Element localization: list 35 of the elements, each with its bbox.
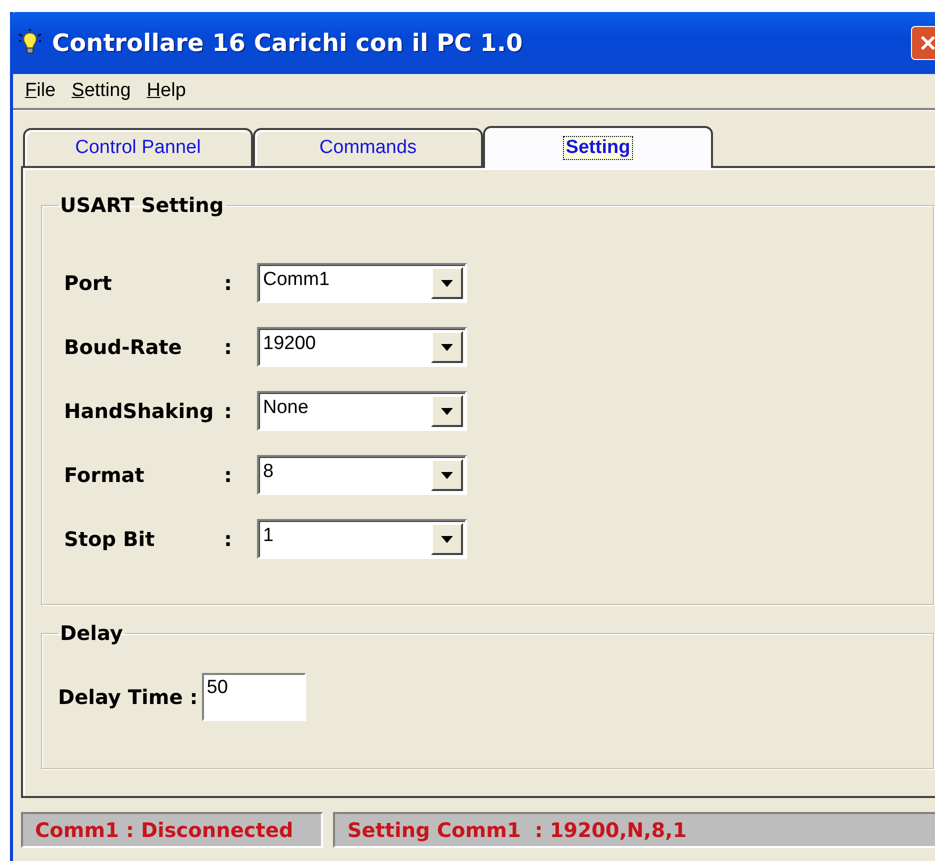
menu-item[interactable]: Setting [66,80,137,102]
dropdown-arrow-icon [441,280,453,286]
window-title: Controllare 16 Carichi con il PC 1.0 [52,29,523,57]
group-title: Delay [59,621,124,645]
dropdown-arrow-icon [441,408,453,414]
label-colon: : [224,335,233,359]
close-button[interactable] [911,26,935,60]
label-colon: : [224,463,233,487]
field-label: Format [64,463,146,487]
status-panel: Comm1 : Disconnected [21,812,324,848]
field-label: Port [64,271,113,295]
field-label: Stop Bit [64,527,156,551]
menu-item[interactable]: File [19,80,62,102]
label-colon: : [224,527,233,551]
close-icon [919,34,935,52]
tab[interactable]: Setting [483,126,713,168]
label-colon: : [224,271,233,295]
group-title: USART Setting [59,193,225,217]
dropdown-field[interactable]: None [257,391,467,431]
dropdown-arrow-icon [441,344,453,350]
status-panel: Setting Comm1 : 19200,N,8,1 [333,812,935,848]
field-label: HandShaking [64,399,215,423]
dropdown-field[interactable]: 19200 [257,327,467,367]
dropdown-field[interactable]: 8 [257,455,467,495]
input-field[interactable]: 50 [202,673,306,721]
tab[interactable]: Commands [253,128,483,166]
field-label: Delay Time : [58,685,198,709]
dropdown-arrow-icon [441,472,453,478]
label-colon: : [224,399,233,423]
field-label: Boud-Rate [64,335,183,359]
dropdown-field[interactable]: Comm1 [257,263,467,303]
dropdown-field[interactable]: 1 [257,519,467,559]
menu-item[interactable]: Help [140,80,192,102]
tab[interactable]: Control Pannel [23,128,253,166]
dropdown-arrow-icon [441,536,453,542]
